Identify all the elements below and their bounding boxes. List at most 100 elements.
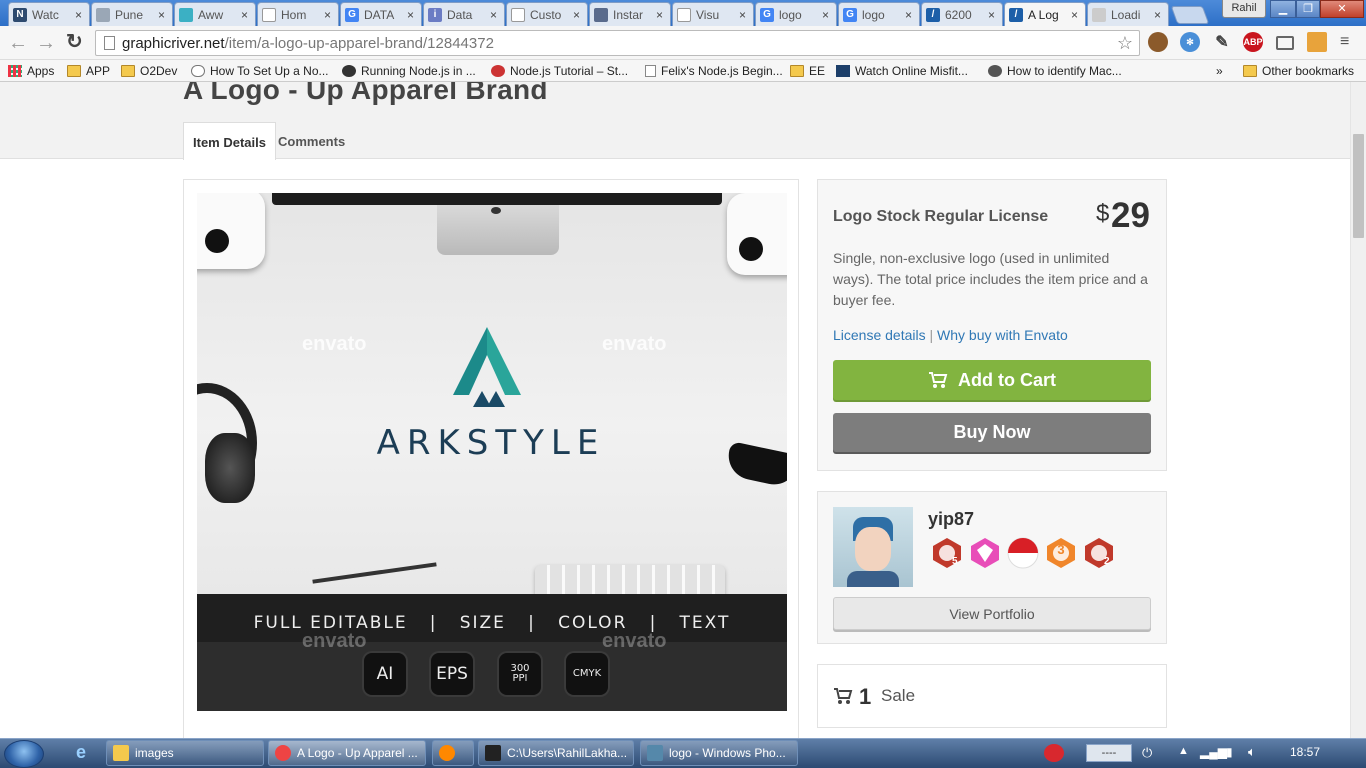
clock[interactable]: 18:57 xyxy=(1290,745,1320,759)
taskbar-item[interactable] xyxy=(432,740,474,766)
tray-volume-icon[interactable]: 🔈︎ xyxy=(1248,744,1256,760)
chrome-menu-icon[interactable]: ≡ xyxy=(1340,34,1349,50)
add-to-cart-button[interactable]: Add to Cart xyxy=(833,360,1151,400)
url-text: graphicriver.net/item/a-logo-up-apparel-… xyxy=(122,35,494,52)
bookmark-item[interactable]: Running Node.js in ... xyxy=(342,62,476,80)
extension-blue-icon[interactable]: ✻ xyxy=(1180,32,1200,52)
tab-close-icon[interactable]: × xyxy=(1071,8,1081,22)
scrollbar-thumb[interactable] xyxy=(1353,134,1364,238)
minimize-icon[interactable]: ▁ xyxy=(1270,0,1296,18)
apps-grid-icon xyxy=(8,65,22,77)
extension-face-icon[interactable] xyxy=(1307,32,1327,52)
browser-tab[interactable]: Glogo × xyxy=(838,2,920,26)
back-button[interactable]: ← xyxy=(8,33,28,53)
browser-tab[interactable]: Loadi × xyxy=(1087,2,1169,26)
browser-tab[interactable]: i Data × xyxy=(423,2,505,26)
new-tab-button[interactable] xyxy=(1170,6,1210,24)
bookmark-item[interactable]: EE xyxy=(790,62,825,80)
reload-button[interactable]: ↻ xyxy=(66,32,83,52)
browser-tab[interactable]: Custo × xyxy=(506,2,588,26)
bookmark-item[interactable]: Apps xyxy=(8,62,54,80)
bookmark-item[interactable]: Watch Online Misfit... xyxy=(836,62,968,80)
bookmark-item[interactable]: O2Dev xyxy=(121,62,177,80)
extension-eyedropper-icon[interactable]: ✎ xyxy=(1212,32,1232,52)
bookmark-item[interactable]: APP xyxy=(67,62,110,80)
taskbar-item[interactable]: images xyxy=(106,740,264,766)
tab-close-icon[interactable]: × xyxy=(158,8,168,22)
tab-close-icon[interactable]: × xyxy=(324,8,334,22)
tray-network-icon[interactable]: ▂▄▆ xyxy=(1200,745,1227,759)
start-button[interactable] xyxy=(4,740,44,768)
address-bar[interactable]: graphicriver.net/item/a-logo-up-apparel-… xyxy=(95,30,1140,56)
tab-close-icon[interactable]: × xyxy=(1154,8,1164,22)
tray-show-hidden-icon[interactable]: ▲ xyxy=(1178,745,1189,757)
tab-close-icon[interactable]: × xyxy=(656,8,666,22)
browser-tab[interactable]: N Watc × xyxy=(8,2,90,26)
author-level-badge[interactable]: 3 xyxy=(1044,536,1078,570)
maximize-icon[interactable]: ❐ xyxy=(1296,0,1320,18)
tab-close-icon[interactable]: × xyxy=(490,8,500,22)
license-details-link[interactable]: License details xyxy=(833,327,926,343)
tab-comments[interactable]: Comments xyxy=(269,122,354,160)
tray-app-icon[interactable] xyxy=(1044,744,1064,762)
tab-title: Instar xyxy=(613,7,644,22)
taskbar-item[interactable]: logo - Windows Pho... xyxy=(640,740,798,766)
bookmark-star-icon[interactable]: ☆ xyxy=(1117,33,1133,54)
tray-battery-icon[interactable]: ▮ xyxy=(1226,745,1233,759)
browser-tab[interactable]: Visu × xyxy=(672,2,754,26)
sc-badge[interactable]: 2 xyxy=(1082,536,1116,570)
license-description: Single, non-exclusive logo (used in unli… xyxy=(833,250,1148,308)
sales-panel: 1 Sale xyxy=(817,664,1167,728)
bookmark-item[interactable]: How to identify Mac... xyxy=(988,62,1122,80)
tab-close-icon[interactable]: × xyxy=(407,8,417,22)
browser-tab[interactable]: G DATA × xyxy=(340,2,422,26)
browser-tab[interactable]: / 6200 × xyxy=(921,2,1003,26)
browser-tab-active[interactable]: / A Log × xyxy=(1004,2,1086,26)
tab-close-icon[interactable]: × xyxy=(822,8,832,22)
item-preview-image[interactable]: envato envato ARKSTYLE FULL EDITABLE | S… xyxy=(197,193,787,711)
view-portfolio-button[interactable]: View Portfolio xyxy=(833,597,1151,630)
adblock-icon[interactable]: ABP xyxy=(1243,32,1263,52)
tray-language-bar[interactable]: ---- xyxy=(1086,744,1132,762)
diamond-badge[interactable] xyxy=(968,536,1002,570)
taskbar-item[interactable]: C:\Users\RahilLakha... xyxy=(478,740,634,766)
bookmark-item[interactable]: How To Set Up a No... xyxy=(191,62,329,80)
other-bookmarks-folder[interactable]: Other bookmarks xyxy=(1243,62,1354,80)
cast-icon[interactable] xyxy=(1276,36,1294,50)
license-links: License details | Why buy with Envato xyxy=(833,327,1068,343)
tab-close-icon[interactable]: × xyxy=(905,8,915,22)
bookmark-item[interactable]: Node.js Tutorial – St... xyxy=(491,62,628,80)
tab-item-details[interactable]: Item Details xyxy=(183,122,276,160)
tab-title: Watc xyxy=(32,7,59,22)
tab-close-icon[interactable]: × xyxy=(573,8,583,22)
paw-badge[interactable]: 5 xyxy=(930,536,964,570)
indonesia-flag-badge[interactable] xyxy=(1006,536,1040,570)
speaker-left xyxy=(197,193,265,269)
bookmark-item[interactable]: Felix's Node.js Begin... xyxy=(645,62,783,80)
author-name[interactable]: yip87 xyxy=(928,509,974,530)
browser-tab[interactable]: Hom × xyxy=(257,2,339,26)
browser-tab[interactable]: Aww × xyxy=(174,2,256,26)
taskbar-item[interactable]: A Logo - Up Apparel ... xyxy=(268,740,426,766)
vertical-scrollbar[interactable] xyxy=(1350,82,1366,738)
forward-button[interactable]: → xyxy=(36,33,56,53)
browser-tab[interactable]: Instar × xyxy=(589,2,671,26)
browser-tab[interactable]: Glogo × xyxy=(755,2,837,26)
why-buy-link[interactable]: Why buy with Envato xyxy=(937,327,1068,343)
close-window-icon[interactable]: ✕ xyxy=(1320,0,1364,18)
license-title[interactable]: Logo Stock Regular License xyxy=(833,208,1048,226)
browser-tab[interactable]: Pune × xyxy=(91,2,173,26)
bookmarks-overflow-button[interactable]: » xyxy=(1216,62,1223,80)
internet-explorer-icon[interactable]: e xyxy=(66,742,96,764)
bookmark-label: O2Dev xyxy=(140,64,178,78)
tab-close-icon[interactable]: × xyxy=(75,8,85,22)
url-path: /item/a-logo-up-apparel-brand/12844372 xyxy=(224,35,494,52)
tab-close-icon[interactable]: × xyxy=(739,8,749,22)
profile-button[interactable]: Rahil xyxy=(1222,0,1266,18)
extension-cookie-icon[interactable] xyxy=(1148,32,1168,52)
avatar[interactable] xyxy=(833,507,913,587)
tab-close-icon[interactable]: × xyxy=(241,8,251,22)
tray-power-icon[interactable]: ⏻ xyxy=(1142,745,1152,761)
buy-now-button[interactable]: Buy Now xyxy=(833,413,1151,452)
tab-close-icon[interactable]: × xyxy=(988,8,998,22)
